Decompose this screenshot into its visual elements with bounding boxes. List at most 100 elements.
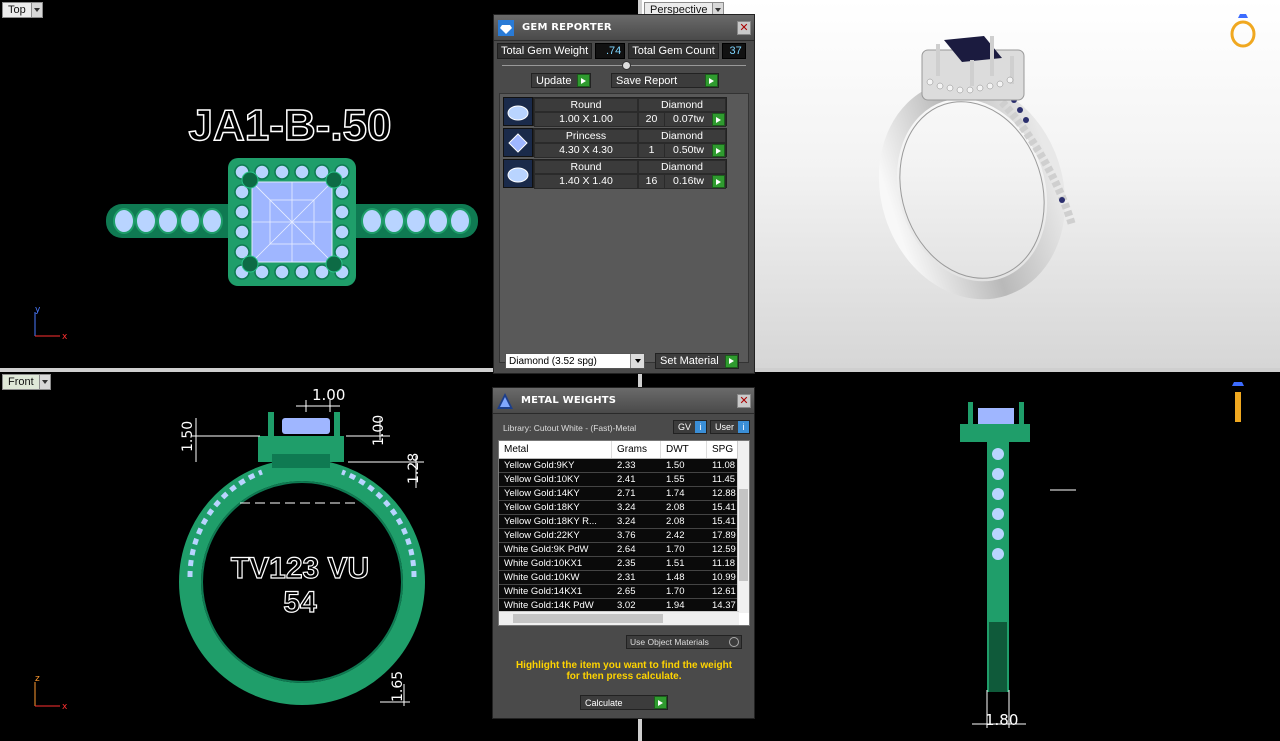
table-row[interactable]: Yellow Gold:10KY 2.41 1.55 11.45 (499, 473, 749, 487)
table-row[interactable]: Yellow Gold:22KY 3.76 2.42 17.89 (499, 529, 749, 543)
round-gem-icon (503, 159, 533, 188)
gem-weight: 0.50tw (673, 144, 704, 156)
table-cell: 2.08 (666, 516, 685, 527)
material-select[interactable]: Diamond (3.52 spg) (505, 353, 645, 369)
gem-count: 20 (639, 113, 665, 126)
axis-x-label: x (62, 702, 68, 712)
gem-material: Diamond (638, 98, 726, 112)
gem-material: Diamond (638, 160, 726, 174)
table-cell: 2.31 (617, 572, 636, 583)
princess-gem-icon (503, 128, 533, 157)
play-icon (705, 74, 718, 87)
col-dwt[interactable]: DWT (661, 441, 707, 458)
metal-table-body: Yellow Gold:9KY 2.33 1.50 11.08 Yellow Gold:… (499, 459, 749, 613)
gem-shape: Round (534, 98, 638, 112)
gem-shape: Round (534, 160, 638, 174)
slider-handle[interactable] (622, 61, 631, 70)
table-row[interactable]: White Gold:10KW 2.31 1.48 10.99 (499, 571, 749, 585)
material-select-value: Diamond (3.52 spg) (509, 355, 597, 367)
gv-button[interactable]: GV i (673, 420, 708, 434)
scroll-thumb[interactable] (513, 614, 663, 623)
gem-row[interactable]: Princess Diamond 4.30 X 4.30 1 0.50tw (503, 128, 727, 158)
table-row[interactable]: Yellow Gold:9KY 2.33 1.50 11.08 (499, 459, 749, 473)
vertical-scrollbar[interactable] (737, 441, 749, 613)
table-row[interactable]: Yellow Gold:18KY R... 3.24 2.08 15.41 (499, 515, 749, 529)
table-cell: 2.64 (617, 544, 636, 555)
metal-table-header: Metal Grams DWT SPG (499, 441, 749, 459)
play-icon[interactable] (712, 113, 725, 126)
col-grams[interactable]: Grams (612, 441, 661, 458)
table-row[interactable]: Yellow Gold:14KY 2.71 1.74 12.88 (499, 487, 749, 501)
axis-y-label: y (35, 305, 41, 315)
save-report-label: Save Report (616, 74, 678, 87)
table-cell: 3.24 (617, 516, 636, 527)
table-cell: 1.70 (666, 544, 685, 555)
gem-reporter-title: GEM REPORTER (522, 22, 612, 33)
gem-reporter-titlebar[interactable]: GEM REPORTER ✕ (494, 15, 754, 41)
gv-label: GV (678, 422, 692, 432)
gem-row[interactable]: Round Diamond 1.00 X 1.00 20 0.07tw (503, 97, 727, 127)
user-button[interactable]: User i (710, 420, 751, 434)
col-metal[interactable]: Metal (499, 441, 612, 458)
dim-gap: 1.28 (406, 453, 422, 484)
total-gem-weight-value: .74 (595, 43, 626, 59)
gem-reporter-panel: GEM REPORTER ✕ Total Gem Weight .74 Tota… (493, 14, 755, 374)
table-cell: Yellow Gold:18KY (504, 502, 580, 513)
gem-row[interactable]: Round Diamond 1.40 X 1.40 16 0.16tw (503, 159, 727, 189)
table-row[interactable]: White Gold:10KX1 2.35 1.51 11.18 (499, 557, 749, 571)
metal-weights-titlebar[interactable]: METAL WEIGHTS ✕ (493, 388, 754, 414)
dim-top-width: 1.00 (312, 386, 345, 404)
table-cell: 1.55 (666, 474, 685, 485)
calculate-label: Calculate (585, 697, 623, 708)
round-gem-icon (503, 97, 533, 126)
info-icon: i (738, 421, 750, 433)
ring-perspective-icon[interactable] (1226, 10, 1262, 50)
update-button[interactable]: Update (531, 73, 591, 88)
totals-row: Total Gem Weight .74 Total Gem Count 37 (494, 43, 754, 59)
set-material-button[interactable]: Set Material (655, 353, 739, 369)
table-cell: White Gold:9K PdW (504, 544, 589, 555)
calculate-button[interactable]: Calculate (580, 695, 668, 710)
update-label: Update (536, 74, 572, 87)
table-cell: 2.41 (617, 474, 636, 485)
table-cell: 1.51 (666, 558, 685, 569)
play-icon[interactable] (712, 175, 725, 188)
play-icon (654, 696, 667, 709)
gem-list: Round Diamond 1.00 X 1.00 20 0.07tw Princess D… (499, 93, 749, 363)
gem-size: 1.40 X 1.40 (534, 174, 638, 189)
set-material-label: Set Material (660, 355, 719, 367)
table-cell: 2.33 (617, 460, 636, 471)
table-row[interactable]: White Gold:14KX1 2.65 1.70 12.61 (499, 585, 749, 599)
table-cell: Yellow Gold:10KY (504, 474, 580, 485)
gem-material: Diamond (638, 129, 726, 143)
close-icon[interactable]: ✕ (737, 20, 751, 35)
play-icon[interactable] (712, 144, 725, 157)
save-report-button[interactable]: Save Report (611, 73, 719, 88)
gem-count: 16 (639, 175, 665, 188)
table-cell: 1.74 (666, 488, 685, 499)
slider[interactable] (502, 61, 746, 71)
use-object-materials-toggle[interactable]: Use Object Materials (626, 635, 742, 649)
table-cell: White Gold:10KW (504, 572, 580, 583)
table-cell: 1.48 (666, 572, 685, 583)
table-cell: Yellow Gold:9KY (504, 460, 575, 471)
metal-weights-panel: METAL WEIGHTS ✕ Library: Cutout White - … (492, 387, 755, 719)
scroll-thumb[interactable] (739, 489, 748, 581)
horizontal-scrollbar[interactable] (499, 611, 739, 625)
close-icon[interactable]: ✕ (737, 393, 751, 408)
use-object-materials-label: Use Object Materials (630, 637, 709, 647)
play-icon (725, 354, 738, 368)
ring-side-icon[interactable] (1226, 380, 1250, 426)
library-label: Library: Cutout White - (Fast)-Metal (503, 423, 637, 433)
table-row[interactable]: White Gold:9K PdW 2.64 1.70 12.59 (499, 543, 749, 557)
hint-line2: for then press calculate. (566, 671, 682, 682)
table-cell: 2.35 (617, 558, 636, 569)
gem-reporter-icon (496, 18, 516, 38)
table-row[interactable]: Yellow Gold:18KY 3.24 2.08 15.41 (499, 501, 749, 515)
metal-table: Metal Grams DWT SPG Yellow Gold:9KY 2.33 1… (498, 440, 750, 626)
table-cell: 2.42 (666, 530, 685, 541)
table-cell: White Gold:10KX1 (504, 558, 583, 569)
hint-line1: Highlight the item you want to find the … (515, 660, 733, 671)
dim-shank: 1.65 (390, 671, 406, 702)
gem-size: 1.00 X 1.00 (534, 112, 638, 127)
